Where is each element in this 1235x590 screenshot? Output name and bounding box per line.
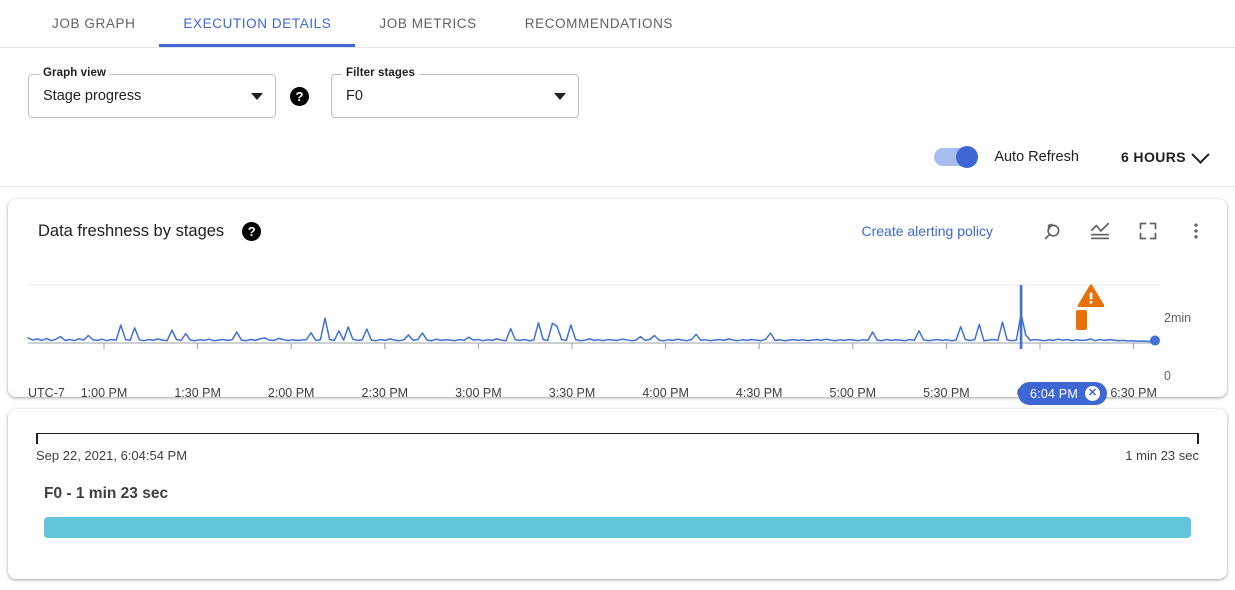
y-axis-label-bottom: 0 [1164, 369, 1171, 383]
time-range-button[interactable]: 6 HOURS [1120, 144, 1210, 165]
chevron-down-icon [554, 92, 566, 100]
chevron-down-icon [1191, 144, 1210, 164]
tab-label: EXECUTION DETAILS [183, 16, 332, 31]
chevron-down-icon [251, 92, 263, 100]
timeline-ruler [36, 433, 1200, 444]
help-icon[interactable]: ? [242, 221, 262, 241]
controls-row: Graph view Stage progress ? Filter stage… [0, 48, 1235, 118]
close-icon[interactable]: ✕ [1084, 386, 1100, 401]
tab-job-metrics[interactable]: JOB METRICS [355, 0, 500, 47]
stage-progress-bar[interactable] [44, 517, 1191, 538]
x-axis-tick-label: 1:00 PM [80, 386, 128, 400]
chart-card: Data freshness by stages ? Create alerti… [8, 199, 1227, 397]
timeline-card: Sep 22, 2021, 6:04:54 PM 1 min 23 sec F0… [8, 409, 1227, 579]
stage-title: F0 - 1 min 23 sec [44, 485, 169, 502]
help-icon[interactable]: ? [290, 86, 309, 106]
auto-refresh-row: Auto Refresh 6 HOURS [0, 144, 1235, 168]
create-alerting-policy-link[interactable]: Create alerting policy [861, 223, 993, 239]
graph-view-value: Stage progress [43, 88, 142, 104]
freshness-line-chart [27, 284, 1160, 349]
x-axis-tick-label: 2:30 PM [361, 386, 409, 400]
filter-stages-label: Filter stages [342, 67, 420, 79]
x-axis-tick-label: 1:30 PM [174, 386, 221, 400]
help-glyph: ? [247, 223, 256, 239]
x-axis-tick-label: 3:30 PM [548, 386, 596, 400]
more-options-icon[interactable] [1179, 214, 1213, 248]
tab-recommendations[interactable]: RECOMMENDATIONS [501, 0, 697, 47]
warning-icon[interactable] [1077, 284, 1105, 312]
filter-stages-value: F0 [346, 88, 363, 104]
reset-zoom-icon[interactable] [1035, 214, 1069, 248]
divider [0, 186, 1235, 187]
x-axis-tick-label: 4:00 PM [642, 386, 689, 400]
x-axis-tick-label: 4:30 PM [735, 386, 783, 400]
timezone-label: UTC-7 [28, 386, 65, 400]
tab-label: RECOMMENDATIONS [524, 16, 674, 31]
tab-execution-details[interactable]: EXECUTION DETAILS [159, 0, 356, 47]
x-axis-tick-label: 2:00 PM [267, 386, 315, 400]
graph-view-group: Graph view Stage progress ? [28, 67, 309, 118]
filter-stages-select[interactable]: Filter stages F0 [331, 67, 579, 118]
time-range-label: 6 HOURS [1120, 149, 1186, 165]
tab-label: JOB GRAPH [52, 16, 136, 31]
chart-title: Data freshness by stages [38, 221, 225, 240]
tab-label: JOB METRICS [379, 16, 477, 31]
tab-job-graph[interactable]: JOB GRAPH [28, 0, 159, 47]
chart-header: Data freshness by stages ? Create alerti… [8, 199, 1227, 263]
graph-view-select[interactable]: Graph view Stage progress [28, 67, 276, 118]
fullscreen-icon[interactable] [1131, 214, 1165, 248]
auto-refresh-label: Auto Refresh [994, 149, 1079, 165]
help-glyph: ? [295, 88, 304, 104]
graph-view-label: Graph view [39, 67, 110, 79]
timeline-start-time: Sep 22, 2021, 6:04:54 PM [36, 448, 188, 463]
selected-time-pill[interactable]: 6:04 PM ✕ [1018, 382, 1107, 405]
filter-stages-group: Filter stages F0 [331, 67, 579, 118]
selected-time-label: 6:04 PM [1030, 386, 1078, 401]
tab-bar: JOB GRAPH EXECUTION DETAILS JOB METRICS … [0, 0, 1235, 48]
x-axis-tick-label: 5:30 PM [923, 386, 970, 400]
x-axis-tick-label: 5:00 PM [829, 386, 877, 400]
warning-marker-bar[interactable] [1076, 310, 1087, 330]
chart-style-icon[interactable] [1083, 214, 1117, 248]
y-axis-label-top: 2min [1164, 311, 1192, 325]
x-axis-tick-label: 6:30 PM [1110, 386, 1157, 400]
toggle-thumb [956, 146, 979, 168]
auto-refresh-toggle[interactable] [934, 146, 980, 168]
timeline-times: Sep 22, 2021, 6:04:54 PM 1 min 23 sec [36, 448, 1199, 463]
chart-plot-area[interactable] [8, 263, 1227, 381]
timeline-duration: 1 min 23 sec [1125, 448, 1199, 463]
x-axis-tick-label: 3:00 PM [455, 386, 502, 400]
